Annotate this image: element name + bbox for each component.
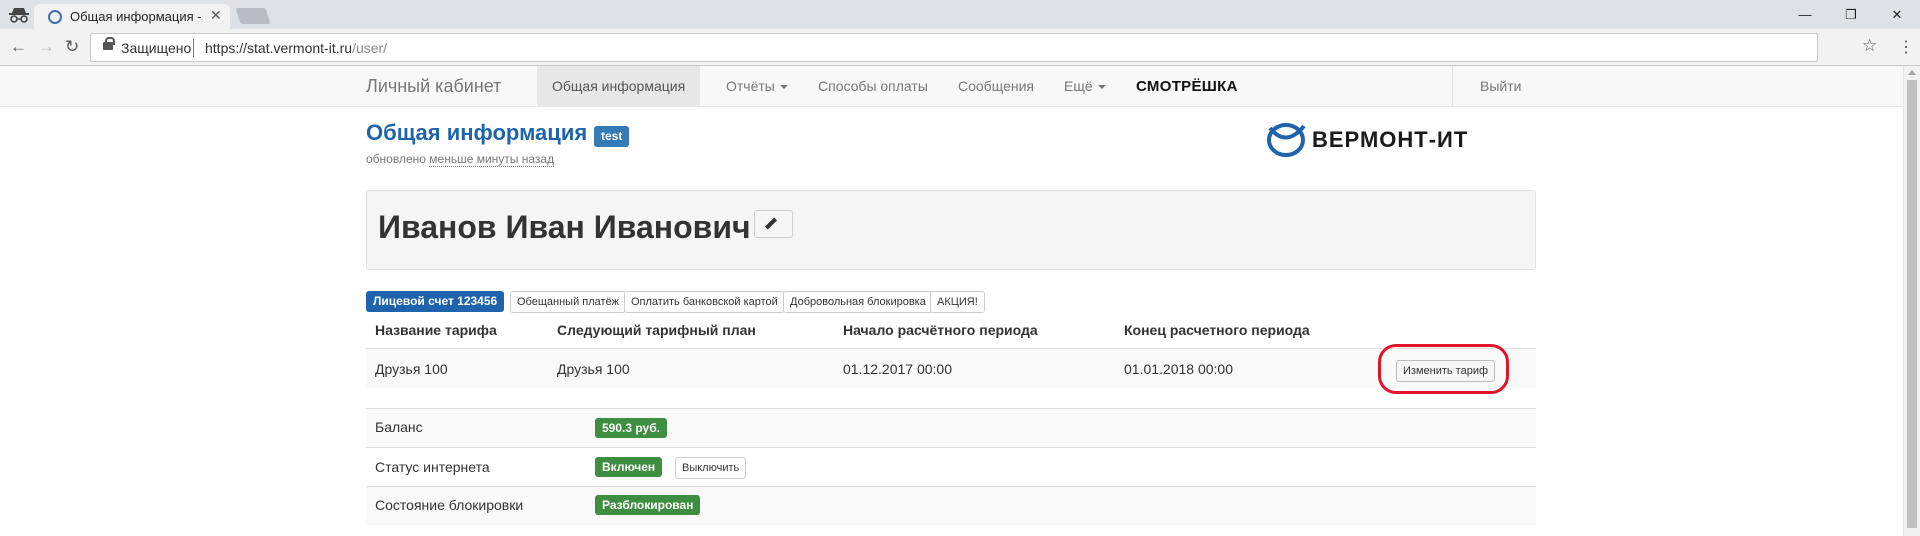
incognito-icon [9,8,29,23]
header-divider [366,348,1536,349]
lock-icon [103,37,115,50]
td-period-start: 01.12.2017 00:00 [843,361,952,377]
th-period-end: Конец расчетного периода [1124,322,1310,338]
updated-info: обновлено меньше минуты назад [366,152,555,167]
back-icon[interactable]: ← [10,37,27,57]
page-scrollbar[interactable] [1903,66,1920,536]
nav-item-payment-methods[interactable]: Способы оплаты [818,66,928,107]
nav-item-more[interactable]: Ещё [1064,66,1106,107]
td-next-plan: Друзья 100 [557,361,630,377]
block-state-label: Состояние блокировки [375,497,524,513]
nav-item-general-info[interactable]: Общая информация [537,66,701,107]
updated-time: меньше минуты назад [429,152,555,167]
reload-icon[interactable]: ↻ [65,37,79,57]
browser-tabstrip: Общая информация - Л ✕ — ❐ ✕ [0,0,1920,29]
balance-value: 590.3 руб. [595,418,667,438]
logout-link[interactable]: Выйти [1480,66,1521,107]
updated-prefix: обновлено [366,152,426,166]
internet-status-value: Включен [595,457,663,477]
navbar-brand[interactable]: Личный кабинет [366,76,501,97]
browser-toolbar: ← → ↻ Защищено https://stat.vermont-it.r… [0,29,1920,66]
tab-close-icon[interactable]: ✕ [210,7,222,24]
minimize-icon[interactable]: — [1782,0,1828,29]
bookmark-star-icon[interactable]: ☆ [1862,36,1877,56]
url-host: https://stat.vermont-it.ru [205,40,353,56]
balance-label: Баланс [375,419,423,435]
balance-row [366,409,1536,447]
edit-name-button[interactable] [754,210,793,238]
row-divider [366,447,1536,448]
page-viewport: Личный кабинет Общая информация Отчёты С… [0,66,1920,536]
nav-item-more-label: Ещё [1064,78,1093,94]
forward-icon[interactable]: → [38,37,55,57]
vermont-it-logo: ВЕРМОНТ-ИТ [1264,118,1494,162]
th-period-start: Начало расчётного периода [843,322,1038,338]
page-title: Общая информация [366,120,588,145]
block-state-value: Разблокирован [595,495,701,515]
nav-item-reports[interactable]: Отчёты [726,66,788,107]
scroll-up-arrow-icon[interactable] [1908,70,1916,75]
browser-tab[interactable]: Общая информация - Л ✕ [34,4,230,29]
test-badge: test [594,126,630,147]
tab-title: Общая информация - Л [70,9,202,24]
th-tariff-name: Название тарифа [375,322,497,338]
browser-menu-icon[interactable]: ⋮ [1898,37,1914,57]
site-navbar: Личный кабинет Общая информация Отчёты С… [0,66,1903,107]
scrollbar-thumb[interactable] [1907,80,1917,528]
block-row [366,487,1536,525]
nav-item-reports-label: Отчёты [726,78,775,94]
navbar-divider [1452,66,1453,107]
td-tariff-name: Друзья 100 [375,361,448,377]
logo-text: ВЕРМОНТ-ИТ [1312,127,1469,152]
url-separator [193,39,194,57]
red-highlight-circle [1378,344,1509,394]
chevron-down-icon [1097,85,1106,90]
chevron-down-icon [779,85,788,90]
user-name-panel: Иванов Иван Иванович [366,190,1536,270]
restore-icon[interactable]: ❐ [1828,0,1874,29]
voluntary-block-button[interactable]: Добровольная блокировка [783,291,933,313]
pencil-icon [764,217,778,230]
pay-by-card-button[interactable]: Оплатить банковской картой [624,291,785,313]
url-text[interactable]: https://stat.vermont-it.ru/user/ [205,40,387,56]
window-controls: — ❐ ✕ [1782,0,1920,29]
nav-item-messages[interactable]: Сообщения [958,66,1034,107]
secure-label: Защищено [121,40,192,56]
url-path: /user/ [352,40,388,56]
user-full-name: Иванов Иван Иванович [378,209,751,245]
th-next-plan: Следующий тарифный план [557,322,756,338]
site-favicon-icon [48,10,62,24]
promo-button[interactable]: АКЦИЯ! [930,291,985,313]
account-number-button[interactable]: Лицевой счет 123456 [366,291,505,312]
close-window-icon[interactable]: ✕ [1874,0,1920,29]
smotreshka-logo[interactable]: СМОТРЁШКА [1136,78,1238,95]
new-tab-button[interactable] [235,8,271,24]
td-period-end: 01.01.2018 00:00 [1124,361,1233,377]
disable-internet-button[interactable]: Выключить [675,457,747,479]
promised-payment-button[interactable]: Обещанный платёж [510,291,627,313]
vermont-logo-icon [1267,123,1306,157]
internet-status-label: Статус интернета [375,459,490,475]
address-bar[interactable]: Защищено https://stat.vermont-it.ru/user… [90,33,1818,62]
